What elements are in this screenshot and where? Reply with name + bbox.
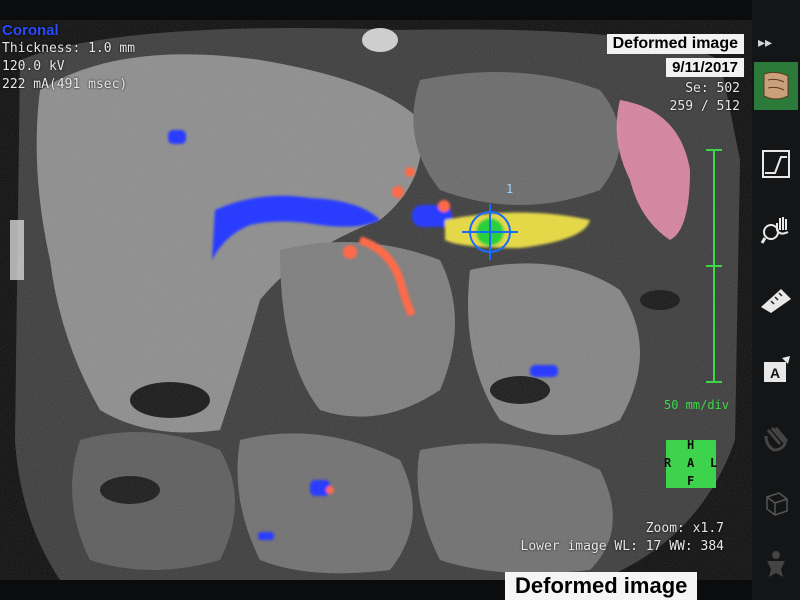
scale-label: 50 mm/div [664,398,730,412]
orient-top: H [687,438,695,452]
tool-cube[interactable] [754,478,798,526]
tool-measure[interactable] [754,276,798,324]
secondary-image-title: Deformed image [505,572,698,600]
ma-label: 222 mA(491 msec) [2,77,128,92]
image-title: Deformed image [606,34,744,54]
tool-window-level[interactable] [754,140,798,188]
tool-annotate[interactable]: A [754,346,798,394]
collapse-arrows-icon[interactable]: ▸▸ [758,34,772,51]
display-info: Zoom: x1.7 Lower image WL: 17 WW: 384 [521,520,725,556]
orient-right: L [710,456,718,470]
orient-left: R [664,456,672,470]
orient-center: A [687,456,695,470]
measure-icon [761,289,791,313]
tool-3d-view[interactable] [754,62,798,110]
zoom-pan-icon [760,217,789,244]
cube-icon [766,492,788,516]
figure-icon [767,551,785,577]
image-viewport[interactable]: Coronal Thickness: 1.0 mm 120.0 kV 222 m… [0,20,752,580]
slice-label: 259 / 512 [669,99,740,114]
series-label: Se: 502 [685,81,740,96]
scan-info-overlay: Coronal Thickness: 1.0 mm 120.0 kV 222 m… [2,22,135,94]
zoom-label: Zoom: x1.7 [645,521,724,536]
kv-label: 120.0 kV [2,59,65,74]
thickness-label: Thickness: 1.0 mm [2,41,136,56]
annotate-icon: A [764,356,790,382]
svg-text:A: A [770,365,780,381]
hand-icon [764,427,788,452]
tool-zoom-pan[interactable] [754,206,798,254]
series-info: Se: 502 259 / 512 [670,80,740,116]
study-date: 9/11/2017 [666,58,744,77]
ct-scan-image[interactable] [0,20,752,580]
orient-bottom: F [687,474,695,488]
image-3d-icon [763,71,789,100]
marker-number: 1 [506,182,514,196]
window-level-icon [762,150,790,178]
tool-figure[interactable] [754,540,798,588]
tool-hand[interactable] [754,414,798,462]
orientation-cube[interactable]: H R A L F [664,438,718,488]
plane-label: Coronal [2,22,59,39]
tool-sidebar: A [752,0,800,600]
window-level-label: Lower image WL: 17 WW: 384 [520,539,725,554]
